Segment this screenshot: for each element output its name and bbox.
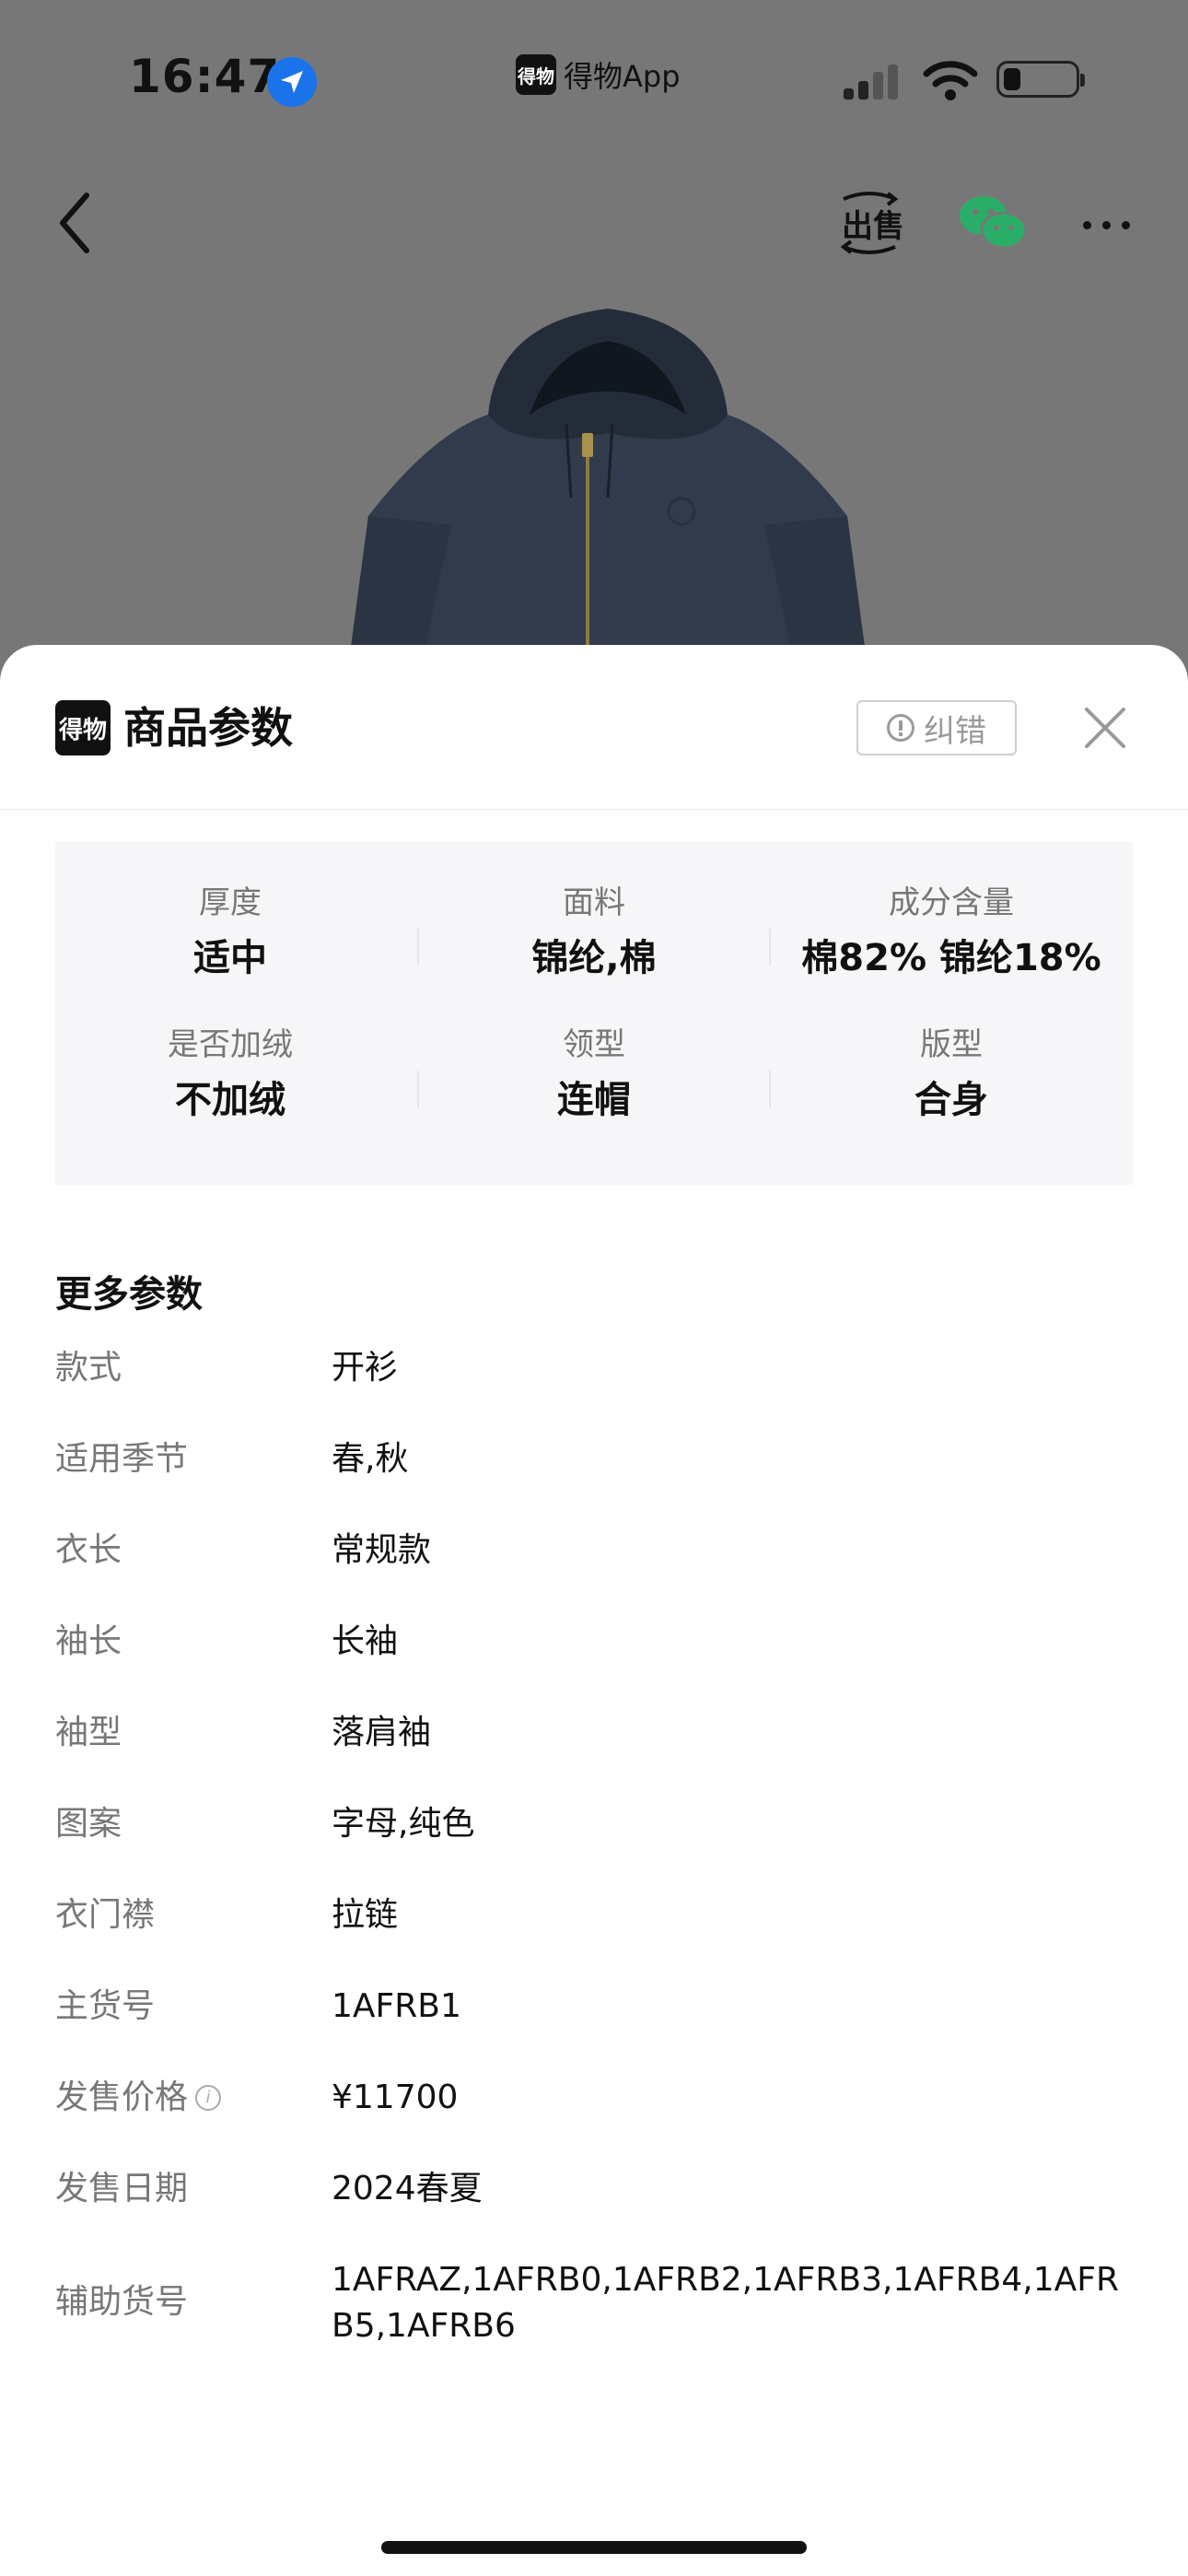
key-param-fleece: 是否加绒 不加绒: [55, 1025, 405, 1126]
param-row: 发售价格 i ¥11700: [55, 2075, 1133, 2166]
report-error-label: 纠错: [924, 712, 986, 750]
key-param-thickness: 厚度 适中: [55, 883, 405, 984]
param-row: 主货号 1AFRB1: [55, 1984, 1133, 2075]
param-row: 图案 字母,纯色: [55, 1801, 1133, 1892]
key-param-value: 不加绒: [175, 1079, 285, 1121]
param-label: 袖长: [55, 1622, 122, 1660]
sheet-header: 得物 商品参数 纠错: [0, 645, 1188, 810]
status-bar: 16:47 得物 得物App: [0, 0, 1188, 157]
key-param-value: 适中: [193, 937, 267, 979]
param-label: 适用季节: [55, 1440, 189, 1478]
product-params-sheet: 得物 商品参数 纠错 厚度 适中 面料 锦纶,棉 成分含量 棉82% 锦纶18%…: [0, 645, 1188, 2576]
key-param-composition: 成分含量 棉82% 锦纶18%: [771, 883, 1132, 984]
param-row: 衣门襟 拉链: [55, 1892, 1133, 1984]
back-to-app-badge[interactable]: 得物 得物App: [516, 53, 681, 96]
param-row: 款式 开衫: [55, 1345, 1133, 1436]
dewu-logo: 得物: [55, 700, 111, 755]
key-param-fabric: 面料 锦纶,棉: [419, 883, 769, 984]
wifi-icon: [923, 61, 978, 100]
key-param-value: 合身: [914, 1079, 988, 1121]
param-value: 常规款: [332, 1531, 432, 1569]
param-value: 1AFRB1: [332, 1987, 461, 2025]
info-icon[interactable]: i: [195, 2085, 222, 2111]
key-param-label: 厚度: [199, 884, 262, 921]
key-param-label: 是否加绒: [168, 1026, 293, 1063]
param-row: 袖长 长袖: [55, 1619, 1133, 1710]
wechat-icon[interactable]: [958, 193, 1028, 252]
param-value: 拉链: [332, 1896, 399, 1934]
param-label: 衣门襟: [55, 1896, 156, 1934]
key-param-value: 棉82% 锦纶18%: [801, 937, 1101, 979]
app-badge-label: 得物App: [564, 59, 681, 94]
cellular-signal-icon: [844, 64, 898, 100]
param-row: 适用季节 春,秋: [55, 1436, 1133, 1528]
param-label: 发售价格: [55, 2078, 189, 2116]
key-param-fit: 版型 合身: [771, 1025, 1132, 1126]
param-label: 款式: [55, 1349, 122, 1387]
home-indicator[interactable]: [381, 2541, 807, 2554]
param-value: 开衫: [332, 1349, 399, 1387]
product-image: [350, 309, 866, 654]
param-label: 发售日期: [55, 2170, 189, 2207]
param-value: 字母,纯色: [332, 1805, 475, 1843]
param-row: 袖型 落肩袖: [55, 1710, 1133, 1801]
more-params-title: 更多参数: [55, 1273, 203, 1316]
param-row: 辅助货号 1AFRAZ,1AFRB0,1AFRB2,1AFRB3,1AFRB4,…: [55, 2257, 1133, 2386]
param-value: 长袖: [332, 1622, 399, 1660]
key-param-label: 面料: [563, 884, 625, 921]
param-value: ¥11700: [332, 2078, 459, 2116]
key-param-label: 领型: [563, 1026, 625, 1063]
back-chevron-icon[interactable]: [55, 190, 92, 256]
param-value: 1AFRAZ,1AFRB0,1AFRB2,1AFRB3,1AFRB4,1AFRB…: [332, 2261, 1119, 2345]
param-row: 衣长 常规款: [55, 1528, 1133, 1619]
param-label: 衣长: [55, 1531, 122, 1569]
report-alert-icon: [887, 714, 914, 742]
param-value: 2024春夏: [332, 2170, 483, 2207]
close-icon[interactable]: [1079, 702, 1131, 754]
battery-icon: [996, 61, 1085, 98]
param-label: 图案: [55, 1805, 122, 1843]
key-param-value: 锦纶,棉: [531, 937, 657, 979]
key-params-panel: 厚度 适中 面料 锦纶,棉 成分含量 棉82% 锦纶18% 是否加绒 不加绒 领…: [55, 842, 1133, 1185]
status-time: 16:47: [129, 50, 281, 103]
sell-label: 出售: [842, 208, 904, 245]
app-badge-logo: 得物: [516, 54, 556, 95]
param-value: 春,秋: [332, 1440, 409, 1478]
key-param-value: 连帽: [557, 1079, 631, 1121]
param-label: 袖型: [55, 1714, 122, 1751]
report-error-button[interactable]: 纠错: [856, 700, 1017, 755]
param-label-with-info: 发售价格 i: [55, 2075, 222, 2121]
sheet-title: 商品参数: [123, 703, 293, 753]
key-param-collar: 领型 连帽: [419, 1025, 769, 1126]
param-label: 辅助货号: [55, 2283, 189, 2321]
key-param-label: 成分含量: [889, 884, 1014, 921]
param-row: 发售日期 2024春夏: [55, 2166, 1133, 2257]
param-label: 主货号: [55, 1987, 156, 2025]
more-params-list: 款式 开衫 适用季节 春,秋 衣长 常规款 袖长 长袖 袖型 落肩袖 图案 字母…: [55, 1345, 1133, 2386]
key-param-label: 版型: [920, 1026, 983, 1063]
more-dots-icon[interactable]: [1083, 221, 1130, 229]
location-arrow-icon: [267, 57, 317, 107]
param-value: 落肩袖: [332, 1714, 432, 1751]
sell-icon[interactable]: 出售: [834, 188, 904, 258]
